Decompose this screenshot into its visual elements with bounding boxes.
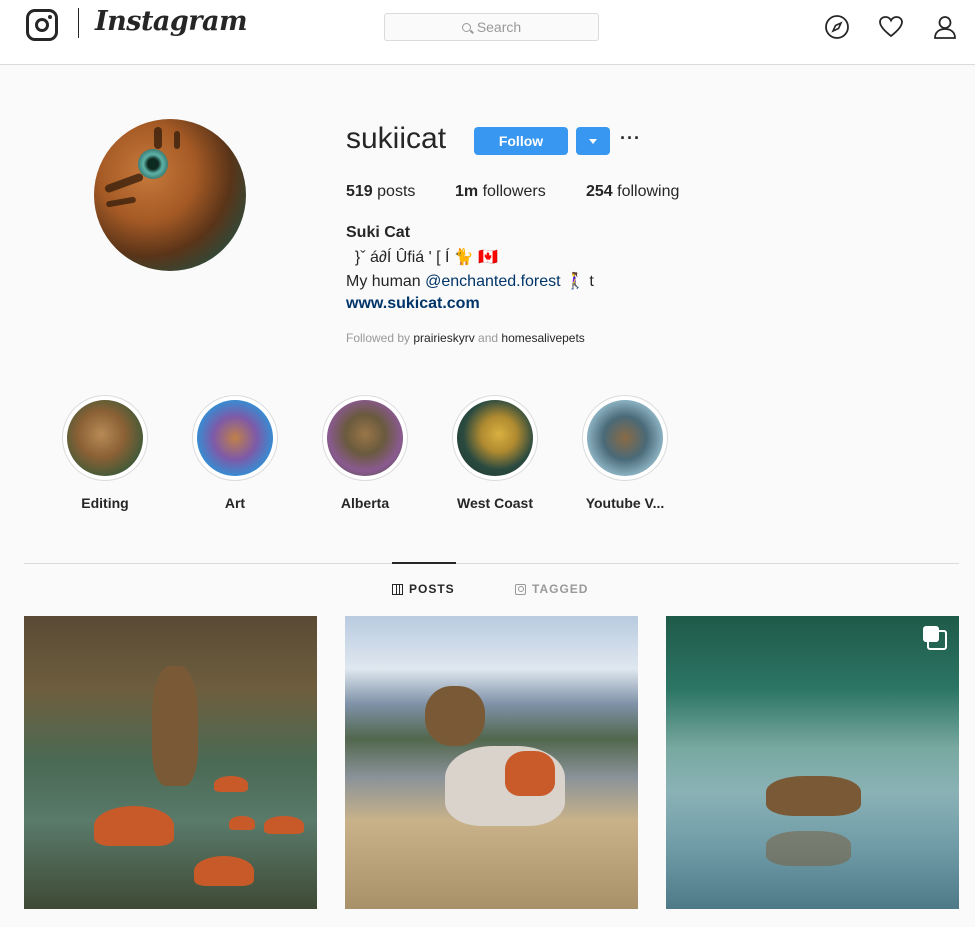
suggested-accounts-dropdown-button[interactable] [576, 127, 610, 155]
followed-by-prefix: Followed by [346, 331, 414, 345]
followed-by-text: Followed by prairieskyrv and homesalivep… [346, 331, 585, 345]
tab-tagged[interactable]: TAGGED [515, 582, 588, 596]
highlight-thumbnail [327, 400, 403, 476]
highlight-label: West Coast [457, 495, 533, 511]
followers-count[interactable]: 1m followers [455, 183, 546, 201]
instagram-glyph-icon[interactable] [26, 9, 58, 41]
following-count-value: 254 [586, 183, 613, 200]
following-count[interactable]: 254 following [586, 183, 679, 201]
highlight-thumbnail [67, 400, 143, 476]
instagram-wordmark[interactable]: Instagram [95, 6, 248, 37]
more-options-button[interactable]: ··· [620, 127, 640, 155]
active-tab-indicator [392, 562, 456, 564]
search-icon [461, 22, 471, 32]
followed-by-account-1[interactable]: prairieskyrv [413, 331, 474, 345]
highlight-label: Youtube V... [585, 495, 665, 511]
post-thumbnail[interactable] [24, 616, 317, 909]
highlight-west-coast[interactable]: West Coast [452, 395, 538, 511]
bio-line-1: }ˇ á∂Í Ûfiá ' [ Í 🐈 🇨🇦 [346, 249, 499, 266]
follow-button[interactable]: Follow [474, 127, 568, 155]
post-thumbnail[interactable] [666, 616, 959, 909]
bio-line-2-suffix: 🚶‍♀️ t [560, 273, 594, 290]
posts-count-value: 519 [346, 183, 373, 200]
highlight-thumbnail [587, 400, 663, 476]
tabs-separator [24, 563, 959, 564]
profile-website-link[interactable]: www.sukicat.com [346, 295, 480, 313]
followers-count-value: 1m [455, 183, 479, 200]
person-icon[interactable] [932, 14, 958, 40]
bio-line-2-prefix: My human [346, 273, 426, 290]
search-placeholder: Search [476, 19, 522, 35]
tab-tagged-label: TAGGED [532, 582, 589, 596]
followed-by-and: and [474, 331, 502, 345]
followers-count-label: followers [478, 183, 546, 200]
grid-icon [392, 583, 403, 595]
highlight-label: Editing [81, 495, 129, 511]
post-thumbnail[interactable] [345, 616, 638, 909]
compass-icon[interactable] [824, 14, 850, 40]
profile-avatar[interactable] [94, 119, 246, 271]
following-count-label: following [612, 183, 680, 200]
top-nav-bar: Instagram Search [0, 0, 975, 65]
highlight-editing[interactable]: Editing [62, 395, 148, 511]
highlight-youtube[interactable]: Youtube V... [582, 395, 668, 511]
logo-divider [78, 8, 79, 38]
bio-line-2: My human @enchanted.forest 🚶‍♀️ t [346, 271, 594, 291]
multiple-photos-icon [923, 626, 947, 650]
highlight-art[interactable]: Art [192, 395, 278, 511]
bio-mention-link[interactable]: @enchanted.forest [425, 273, 560, 290]
highlight-label: Alberta [340, 495, 390, 511]
posts-count-label: posts [372, 183, 416, 200]
posts-count: 519 posts [346, 183, 415, 201]
highlight-thumbnail [197, 400, 273, 476]
profile-full-name: Suki Cat [346, 224, 411, 241]
heart-icon[interactable] [878, 14, 904, 40]
profile-username: sukiicat [346, 122, 447, 155]
highlight-thumbnail [457, 400, 533, 476]
followed-by-account-2[interactable]: homesalivepets [501, 331, 584, 345]
highlight-label: Art [224, 495, 246, 511]
tab-posts[interactable]: POSTS [392, 582, 455, 596]
tab-posts-label: POSTS [409, 582, 455, 596]
search-input[interactable]: Search [384, 13, 599, 41]
highlight-alberta[interactable]: Alberta [322, 395, 408, 511]
tagged-icon [515, 583, 526, 595]
